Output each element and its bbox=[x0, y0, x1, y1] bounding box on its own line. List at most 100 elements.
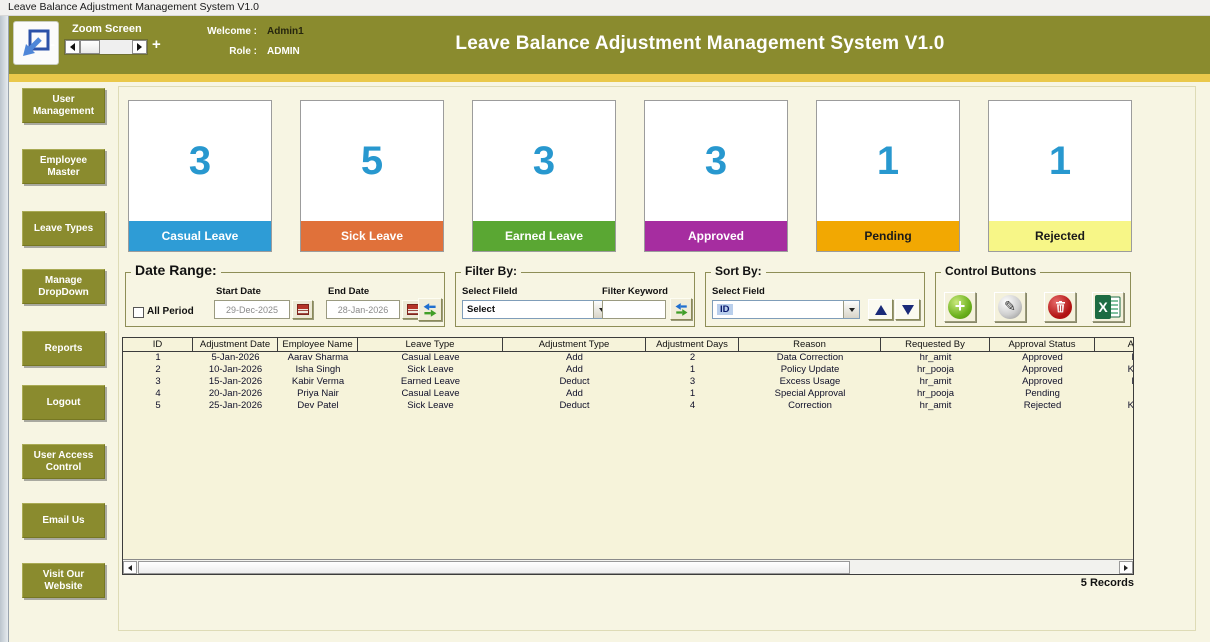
sort-field-dropdown[interactable]: ID bbox=[712, 300, 860, 319]
sidebar-item-employee-master[interactable]: Employee Master bbox=[22, 149, 105, 184]
export-excel-button[interactable]: X bbox=[1092, 292, 1124, 322]
sort-descending-icon bbox=[902, 305, 914, 315]
stat-card-label: Approved bbox=[645, 221, 787, 251]
table-cell bbox=[1095, 388, 1134, 400]
right-arrow-icon bbox=[1124, 565, 1128, 571]
zoom-scroll-left-button[interactable] bbox=[65, 40, 80, 54]
table-cell: Rejected bbox=[990, 400, 1095, 412]
end-date-input[interactable] bbox=[326, 300, 400, 319]
table-cell: Data Correction bbox=[739, 352, 881, 364]
table-row[interactable]: 15-Jan-2026Aarav SharmaCasual LeaveAdd2D… bbox=[123, 352, 1133, 364]
table-cell: Sick Leave bbox=[358, 364, 503, 376]
sidebar-item-label: Employee Master bbox=[23, 155, 104, 179]
sidebar-item-user-access-control[interactable]: User Access Control bbox=[22, 444, 105, 479]
calendar-icon bbox=[297, 304, 309, 315]
delete-record-button[interactable] bbox=[1044, 292, 1076, 322]
stat-card-label: Earned Leave bbox=[473, 221, 615, 251]
sidebar-item-email-us[interactable]: Email Us bbox=[22, 503, 105, 538]
dropdown-button[interactable] bbox=[843, 301, 859, 318]
table-cell: Casual Leave bbox=[358, 388, 503, 400]
table-cell: Kabir Verma bbox=[278, 376, 358, 388]
sort-descending-button[interactable] bbox=[895, 299, 920, 320]
sort-field-value: ID bbox=[717, 304, 733, 315]
date-range-legend: Date Range: bbox=[131, 262, 221, 278]
welcome-label: Welcome : bbox=[193, 26, 257, 37]
table-row[interactable]: 420-Jan-2026Priya NairCasual LeaveAdd1Sp… bbox=[123, 388, 1133, 400]
stat-card-label: Rejected bbox=[989, 221, 1131, 251]
column-header-approval-status: Approval Status bbox=[990, 338, 1095, 351]
sidebar-item-label: Manage DropDown bbox=[23, 275, 104, 299]
start-date-calendar-button[interactable] bbox=[292, 300, 313, 319]
zoom-out-button[interactable]: - bbox=[50, 36, 55, 53]
sidebar-item-manage-dropdown[interactable]: Manage DropDown bbox=[22, 269, 105, 304]
svg-text:X: X bbox=[1098, 299, 1108, 315]
column-header-a: A bbox=[1095, 338, 1134, 351]
window-title: Leave Balance Adjustment Management Syst… bbox=[8, 1, 259, 13]
table-cell: 1 bbox=[123, 352, 193, 364]
table-cell: 2 bbox=[123, 364, 193, 376]
table-cell: Approved bbox=[990, 364, 1095, 376]
sort-ascending-button[interactable] bbox=[868, 299, 893, 320]
window-titlebar: Leave Balance Adjustment Management Syst… bbox=[0, 0, 1210, 16]
table-cell: hr_pooja bbox=[881, 364, 990, 376]
table-cell: Deduct bbox=[503, 400, 646, 412]
scroll-left-button[interactable] bbox=[123, 561, 137, 574]
column-header-requested-by: Requested By bbox=[881, 338, 990, 351]
sidebar-item-label: Logout bbox=[47, 397, 81, 409]
table-cell: 5-Jan-2026 bbox=[193, 352, 278, 364]
edit-pencil-icon: ✎ bbox=[998, 295, 1022, 319]
role-row: Role : ADMIN bbox=[193, 46, 300, 57]
filter-refresh-button[interactable] bbox=[670, 298, 692, 320]
end-date-label: End Date bbox=[328, 286, 369, 297]
sidebar-item-label: Reports bbox=[45, 343, 83, 355]
sidebar-item-user-management[interactable]: User Management bbox=[22, 88, 105, 123]
all-period-checkbox[interactable] bbox=[133, 307, 144, 318]
sidebar-item-visit-our-website[interactable]: Visit Our Website bbox=[22, 563, 105, 598]
welcome-row: Welcome : Admin1 bbox=[193, 26, 304, 37]
table-cell: 2 bbox=[646, 352, 739, 364]
filter-by-legend: Filter By: bbox=[461, 264, 521, 278]
edit-record-button[interactable]: ✎ bbox=[994, 292, 1026, 322]
date-range-refresh-button[interactable] bbox=[418, 298, 442, 321]
table-cell: 10-Jan-2026 bbox=[193, 364, 278, 376]
zoom-scroll-track[interactable] bbox=[100, 40, 132, 54]
sidebar-item-logout[interactable]: Logout bbox=[22, 385, 105, 420]
chevron-down-icon bbox=[849, 308, 855, 312]
table-row[interactable]: 210-Jan-2026Isha SinghSick LeaveAdd1Poli… bbox=[123, 364, 1133, 376]
stat-card-value: 3 bbox=[473, 101, 615, 221]
table-cell: 5 bbox=[123, 400, 193, 412]
start-date-label: Start Date bbox=[216, 286, 261, 297]
table-row[interactable]: 525-Jan-2026Dev PatelSick LeaveDeduct4Co… bbox=[123, 400, 1133, 412]
filter-field-dropdown[interactable]: Select bbox=[462, 300, 610, 319]
zoom-in-button[interactable]: + bbox=[152, 36, 161, 53]
table-horizontal-scrollbar[interactable] bbox=[123, 559, 1133, 574]
sidebar-item-label: User Management bbox=[23, 94, 104, 118]
scroll-right-button[interactable] bbox=[1119, 561, 1133, 574]
start-date-input[interactable] bbox=[214, 300, 290, 319]
refresh-icon bbox=[674, 302, 689, 317]
add-record-button[interactable]: + bbox=[944, 292, 976, 322]
sidebar-item-reports[interactable]: Reports bbox=[22, 331, 105, 366]
control-buttons-group: Control Buttons + ✎ bbox=[935, 272, 1131, 327]
table-cell: I bbox=[1095, 376, 1134, 388]
date-range-group: Date Range: All Period Start Date End Da… bbox=[125, 272, 445, 327]
table-cell: K bbox=[1095, 400, 1134, 412]
excel-export-icon: X bbox=[1095, 295, 1121, 319]
filter-keyword-label: Filter Keyword bbox=[602, 286, 668, 297]
stat-card-value: 3 bbox=[645, 101, 787, 221]
zoom-scroll-right-button[interactable] bbox=[132, 40, 147, 54]
column-header-adjustment-type: Adjustment Type bbox=[503, 338, 646, 351]
table-cell: 1 bbox=[646, 364, 739, 376]
table-cell: hr_amit bbox=[881, 400, 990, 412]
scroll-thumb[interactable] bbox=[138, 561, 850, 574]
table-cell: Casual Leave bbox=[358, 352, 503, 364]
filter-keyword-input[interactable] bbox=[602, 300, 666, 319]
stat-card-earned-leave: 3Earned Leave bbox=[472, 100, 616, 252]
table-row[interactable]: 315-Jan-2026Kabir VermaEarned LeaveDeduc… bbox=[123, 376, 1133, 388]
zoom-scrollbar[interactable] bbox=[64, 39, 148, 55]
zoom-scroll-thumb[interactable] bbox=[80, 40, 100, 54]
sidebar-item-leave-types[interactable]: Leave Types bbox=[22, 211, 105, 246]
table-cell: hr_pooja bbox=[881, 388, 990, 400]
control-buttons-legend: Control Buttons bbox=[941, 264, 1040, 278]
table-cell: 3 bbox=[646, 376, 739, 388]
